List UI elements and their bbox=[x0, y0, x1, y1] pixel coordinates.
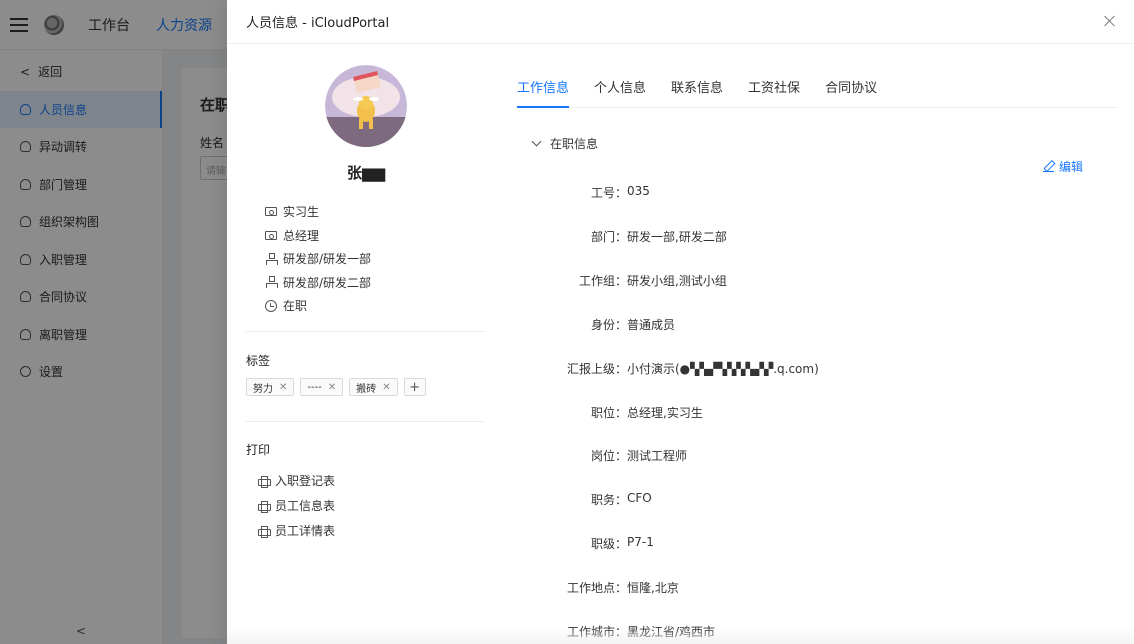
tag: 努力 ✕ bbox=[246, 378, 295, 396]
user-info-list: 实习生 总经理 研发部/研发一部 研发部/研发二部 在职 bbox=[265, 200, 371, 318]
field-label: 身份： bbox=[590, 318, 627, 332]
field-row: 工号： 035 bbox=[523, 184, 650, 201]
field-value: 总经理,实习生 bbox=[627, 406, 703, 420]
tab-salary-insurance[interactable]: 工资社保 bbox=[748, 64, 800, 108]
print-item[interactable]: 入职登记表 bbox=[258, 468, 335, 493]
field-value: 普通成员 bbox=[627, 318, 676, 332]
field-label: 汇报上级： bbox=[566, 362, 627, 376]
tab-contact-info[interactable]: 联系信息 bbox=[671, 64, 723, 108]
print-item-label: 员工详情表 bbox=[275, 524, 336, 538]
chevron-down-icon bbox=[531, 136, 542, 147]
tag: ---- ✕ bbox=[300, 378, 344, 396]
edit-label: 编辑 bbox=[1059, 160, 1084, 174]
close-icon[interactable]: ✕ bbox=[328, 382, 336, 393]
field-row: 职位： 总经理,实习生 bbox=[523, 404, 703, 421]
info-row: 在职 bbox=[265, 294, 371, 318]
print-item-label: 员工信息表 bbox=[275, 499, 336, 513]
field-label: 工作组： bbox=[578, 274, 627, 288]
section-toggle[interactable]: 在职信息 bbox=[531, 135, 599, 152]
tag-label: 搬砖 bbox=[356, 383, 377, 395]
tags-title: 标签 bbox=[246, 354, 271, 368]
info-text: 在职 bbox=[283, 299, 308, 314]
info-row: 实习生 bbox=[265, 200, 371, 224]
info-text: 研发部/研发一部 bbox=[283, 252, 372, 267]
tab-work-info[interactable]: 工作信息 bbox=[517, 64, 570, 108]
field-label: 工号： bbox=[590, 186, 627, 200]
field-label: 工作地点： bbox=[566, 581, 627, 595]
avatar bbox=[325, 65, 407, 147]
field-label: 职级： bbox=[590, 537, 627, 551]
add-tag-button[interactable]: + bbox=[403, 378, 426, 396]
printer-icon bbox=[258, 525, 271, 538]
divider bbox=[245, 421, 485, 422]
info-text: 实习生 bbox=[283, 205, 320, 220]
drawer-header: 人员信息 - iCloudPortal bbox=[227, 0, 1134, 44]
divider bbox=[245, 331, 485, 332]
field-value: P7-1 bbox=[627, 535, 654, 549]
field-row: 职级： P7-1 bbox=[523, 535, 654, 552]
field-label: 职务： bbox=[590, 493, 627, 507]
field-value: 研发一部,研发二部 bbox=[627, 230, 727, 244]
org-icon bbox=[265, 276, 278, 289]
field-value: 测试工程师 bbox=[627, 449, 688, 463]
field-label: 部门： bbox=[590, 230, 627, 244]
id-card-icon bbox=[265, 207, 277, 217]
field-row: 工作地点： 恒隆,北京 bbox=[523, 579, 679, 596]
print-item[interactable]: 员工详情表 bbox=[258, 518, 335, 543]
close-icon[interactable]: ✕ bbox=[279, 382, 287, 393]
field-row: 岗位： 测试工程师 bbox=[523, 447, 687, 464]
field-value: CFO bbox=[627, 491, 652, 505]
field-value: 小付演示(●▚▚▞▚▚▚▚▞▞.q.com) bbox=[627, 362, 819, 376]
field-value: 035 bbox=[627, 184, 650, 198]
tag-label: 努力 bbox=[253, 383, 273, 395]
section-title: 在职信息 bbox=[550, 137, 599, 151]
field-label: 岗位： bbox=[590, 449, 627, 463]
print-item[interactable]: 员工信息表 bbox=[258, 493, 335, 518]
print-item-label: 入职登记表 bbox=[275, 474, 336, 488]
drawer-title: 人员信息 - iCloudPortal bbox=[246, 16, 390, 31]
bottom-fade bbox=[227, 628, 1134, 644]
printer-icon bbox=[258, 500, 271, 513]
info-row: 研发部/研发一部 bbox=[265, 247, 371, 271]
id-card-icon bbox=[265, 230, 277, 240]
tag-label: ---- bbox=[307, 381, 322, 393]
tag-list: 努力 ✕ ---- ✕ 搬砖 ✕ + bbox=[246, 378, 426, 396]
field-value: 研发小组,测试小组 bbox=[627, 274, 727, 288]
info-tabs: 工作信息 个人信息 联系信息 工资社保 合同协议 bbox=[517, 64, 1117, 108]
printer-icon bbox=[258, 475, 271, 488]
tab-personal-info[interactable]: 个人信息 bbox=[594, 64, 646, 108]
edit-icon bbox=[1043, 161, 1054, 172]
close-icon[interactable] bbox=[1102, 13, 1118, 29]
print-list: 入职登记表 员工信息表 员工详情表 bbox=[258, 468, 335, 543]
field-label: 职位： bbox=[590, 406, 627, 420]
field-row: 部门： 研发一部,研发二部 bbox=[523, 228, 727, 245]
info-text: 研发部/研发二部 bbox=[283, 275, 372, 290]
field-row: 职务： CFO bbox=[523, 491, 652, 508]
field-row: 汇报上级： 小付演示(●▚▚▞▚▚▚▚▞▞.q.com) bbox=[523, 360, 819, 377]
info-row: 总经理 bbox=[265, 224, 371, 248]
info-row: 研发部/研发二部 bbox=[265, 271, 371, 295]
user-name: 张▆▆ bbox=[346, 164, 386, 182]
field-value: 恒隆,北京 bbox=[627, 581, 679, 595]
tag: 搬砖 ✕ bbox=[349, 378, 398, 396]
edit-button[interactable]: 编辑 bbox=[1043, 158, 1083, 175]
field-row: 工作组： 研发小组,测试小组 bbox=[523, 272, 727, 289]
person-info-drawer: 人员信息 - iCloudPortal 张▆▆ 实习生 总经理 研发部/研发一部… bbox=[227, 0, 1134, 644]
close-icon[interactable]: ✕ bbox=[382, 382, 390, 393]
clock-icon bbox=[265, 299, 277, 312]
print-title: 打印 bbox=[246, 443, 271, 457]
org-icon bbox=[265, 252, 278, 265]
field-row: 身份： 普通成员 bbox=[523, 316, 675, 333]
info-text: 总经理 bbox=[283, 228, 320, 243]
tab-contracts[interactable]: 合同协议 bbox=[825, 64, 877, 108]
